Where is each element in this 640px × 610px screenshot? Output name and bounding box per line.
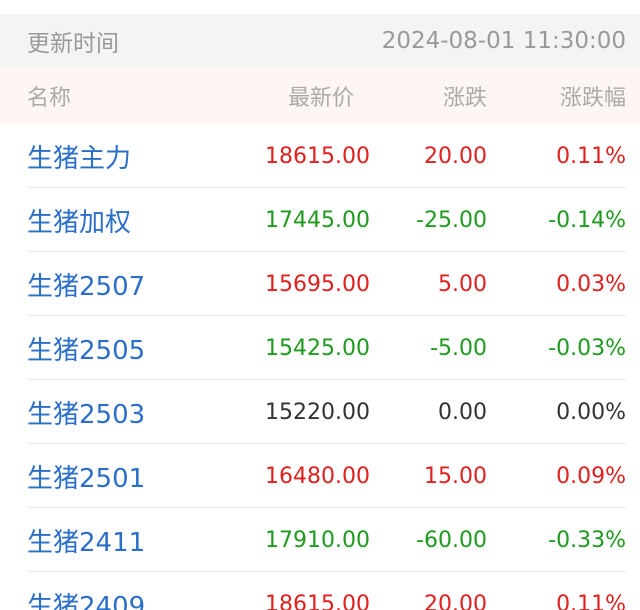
- update-time-bar: 更新时间 2024-08-01 11:30:00: [0, 14, 640, 68]
- contract-name-link[interactable]: 生猪2503: [27, 400, 145, 430]
- latest-price: 18615.00: [265, 591, 370, 610]
- latest-price: 15425.00: [265, 335, 370, 361]
- contract-name-link[interactable]: 生猪2507: [27, 272, 145, 302]
- price-change: 15.00: [424, 463, 487, 489]
- price-change-pct: -0.03%: [548, 335, 626, 361]
- price-change-pct: 0.11%: [556, 143, 626, 169]
- header-pct: 涨跌幅: [559, 86, 626, 111]
- table-row[interactable]: 生猪2505 15425.00 -5.00 -0.03%: [0, 316, 640, 380]
- header-change: 涨跌: [442, 86, 487, 111]
- price-change-pct: 0.03%: [556, 271, 626, 297]
- header-price: 最新价: [287, 86, 354, 111]
- price-change: 5.00: [438, 271, 487, 297]
- contract-name-link[interactable]: 生猪2501: [27, 464, 145, 494]
- price-change: 20.00: [424, 143, 487, 169]
- price-change-pct: -0.14%: [548, 207, 626, 233]
- latest-price: 16480.00: [265, 463, 370, 489]
- table-row[interactable]: 生猪主力 18615.00 20.00 0.11%: [0, 124, 640, 188]
- price-change-pct: -0.33%: [548, 527, 626, 553]
- price-change-pct: 0.09%: [556, 463, 626, 489]
- price-change: -60.00: [416, 527, 487, 553]
- contract-name-link[interactable]: 生猪主力: [27, 144, 131, 174]
- quote-table-body: 生猪主力 18615.00 20.00 0.11% 生猪加权 17445.00 …: [0, 124, 640, 610]
- table-row[interactable]: 生猪2503 15220.00 0.00 0.00%: [0, 380, 640, 444]
- table-row[interactable]: 生猪2501 16480.00 15.00 0.09%: [0, 444, 640, 508]
- latest-price: 15695.00: [265, 271, 370, 297]
- header-name: 名称: [27, 86, 72, 111]
- table-row[interactable]: 生猪2411 17910.00 -60.00 -0.33%: [0, 508, 640, 572]
- price-change: 20.00: [424, 591, 487, 610]
- update-time-value: 2024-08-01 11:30:00: [381, 28, 626, 54]
- table-header: 名称 最新价 涨跌 涨跌幅: [0, 68, 640, 124]
- latest-price: 18615.00: [265, 143, 370, 169]
- table-row[interactable]: 生猪2507 15695.00 5.00 0.03%: [0, 252, 640, 316]
- table-row[interactable]: 生猪2409 18615.00 20.00 0.11%: [0, 572, 640, 610]
- price-change: -25.00: [416, 207, 487, 233]
- contract-name-link[interactable]: 生猪2505: [27, 336, 145, 366]
- price-change-pct: 0.00%: [556, 399, 626, 425]
- price-change: 0.00: [438, 399, 487, 425]
- contract-name-link[interactable]: 生猪2409: [27, 592, 145, 610]
- price-change-pct: 0.11%: [556, 591, 626, 610]
- futures-quote-page: 更新时间 2024-08-01 11:30:00 名称 最新价 涨跌 涨跌幅 生…: [0, 0, 640, 610]
- contract-name-link[interactable]: 生猪加权: [27, 208, 131, 238]
- top-spacer: [0, 0, 640, 14]
- latest-price: 17910.00: [265, 527, 370, 553]
- table-row[interactable]: 生猪加权 17445.00 -25.00 -0.14%: [0, 188, 640, 252]
- contract-name-link[interactable]: 生猪2411: [27, 528, 145, 558]
- latest-price: 17445.00: [265, 207, 370, 233]
- latest-price: 15220.00: [265, 399, 370, 425]
- price-change: -5.00: [430, 335, 487, 361]
- update-time-label: 更新时间: [27, 31, 119, 57]
